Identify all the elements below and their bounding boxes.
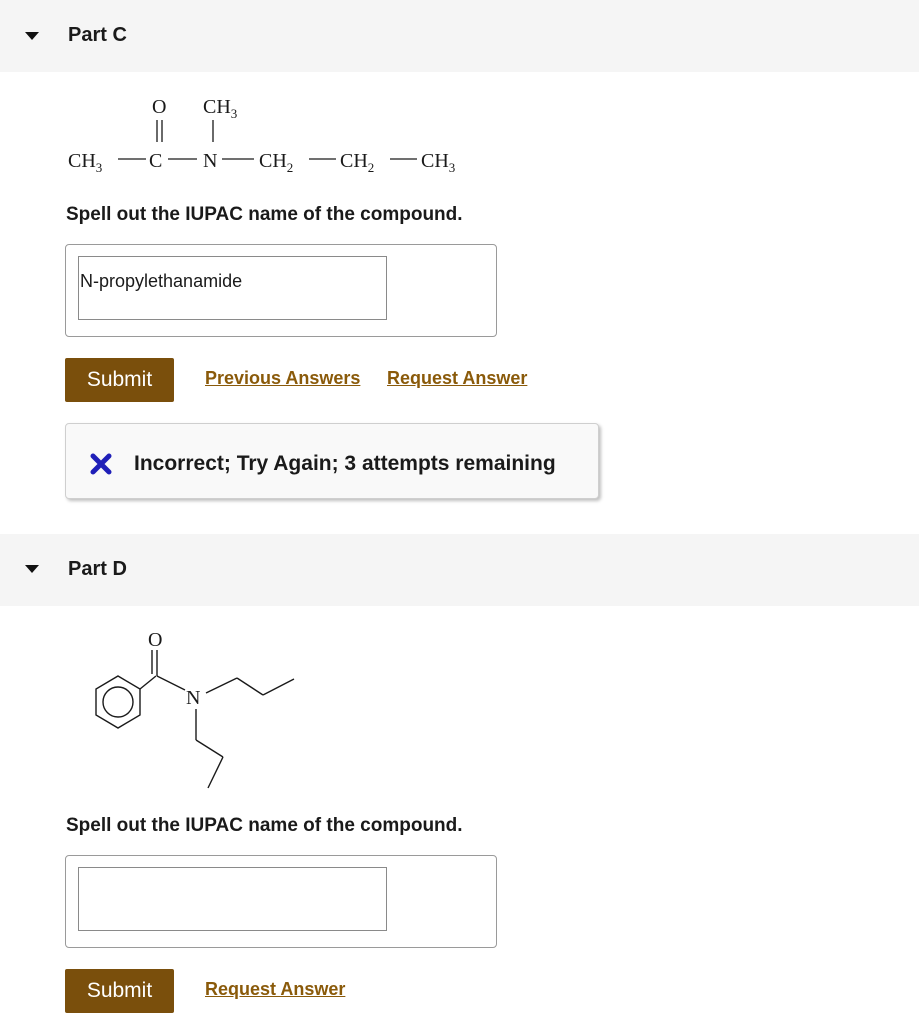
part-c-answer-box: N-propylethanamide [65,244,497,337]
structure-nitrogen: N [203,150,217,172]
feedback-text: Incorrect; Try Again; 3 attempts remaini… [134,452,556,475]
part-d-structure-diagram: O N [60,620,320,805]
structure-right-methyl: CH3 [421,150,455,175]
part-c-submit-button[interactable]: Submit [65,358,174,402]
part-d-answer-box [65,855,497,948]
part-d-header[interactable]: Part D [0,534,919,606]
feedback-panel: Incorrect; Try Again; 3 attempts remaini… [65,423,599,499]
part-d-title: Part D [68,558,127,580]
part-c-request-answer-link[interactable]: Request Answer [387,368,527,389]
structure-carbonyl-carbon: C [149,150,162,172]
part-d-submit-button[interactable]: Submit [65,969,174,1013]
part-d-answer-input[interactable] [78,867,387,931]
structure-top-methyl-label: CH3 [203,96,237,121]
x-mark-icon [90,453,112,480]
structure-d-oxygen: O [148,629,162,651]
structure-oxygen-label: O [152,96,166,118]
structure-ch2-a: CH2 [259,150,293,175]
part-c-answer-input[interactable]: N-propylethanamide [78,256,387,320]
structure-left-methyl: CH3 [68,150,102,175]
structure-ch2-b: CH2 [340,150,374,175]
part-c-header[interactable]: Part C [0,0,919,72]
structure-d-nitrogen: N [186,687,200,709]
part-c-title: Part C [68,24,127,46]
part-c-prompt: Spell out the IUPAC name of the compound… [66,204,463,225]
part-c-structure-diagram: O CH3 CH3 C N CH2 CH2 CH3 [64,88,484,193]
collapse-triangle-icon[interactable] [24,29,40,45]
collapse-triangle-icon[interactable] [24,562,40,578]
part-d-request-answer-link[interactable]: Request Answer [205,979,345,1000]
part-d-prompt: Spell out the IUPAC name of the compound… [66,815,463,836]
previous-answers-link[interactable]: Previous Answers [205,368,360,389]
